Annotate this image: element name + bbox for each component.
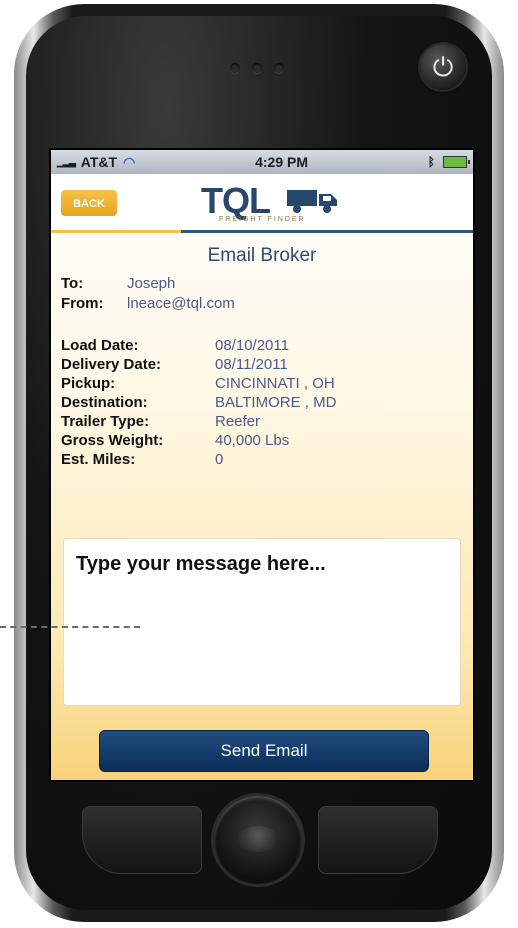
detail-label: Load Date: xyxy=(61,337,139,354)
to-row: To: Joseph xyxy=(61,275,463,295)
from-value: lneace@tql.com xyxy=(127,295,235,312)
power-icon[interactable]: ⏻ xyxy=(420,44,466,90)
detail-label: Delivery Date: xyxy=(61,356,162,373)
email-addressing: To: Joseph From: lneace@tql.com xyxy=(61,275,463,315)
carrier-label: AT&T xyxy=(80,154,118,170)
tql-logo: TQL FREIGHT FINDER xyxy=(201,178,341,226)
app-header: BACK TQL FREIGHT FINDER xyxy=(51,174,473,233)
phone-screen: ▁▂▃ AT&T ◠ 4:29 PM ᛒ BACK TQL FREIGHT FI… xyxy=(51,150,473,780)
detail-value: CINCINNATI , OH xyxy=(215,375,335,392)
wifi-icon: ◠ xyxy=(123,153,136,170)
logo-tagline: FREIGHT FINDER xyxy=(219,216,306,223)
send-email-button[interactable]: Send Email xyxy=(99,730,429,772)
load-details: Load Date: 08/10/2011 Delivery Date: 08/… xyxy=(61,337,463,470)
page-title: Email Broker xyxy=(207,245,317,266)
from-label: From: xyxy=(61,295,104,312)
detail-row: Pickup: CINCINNATI , OH xyxy=(61,375,463,394)
from-row: From: lneace@tql.com xyxy=(61,295,463,315)
detail-value: 0 xyxy=(215,451,224,468)
phone-left-key xyxy=(82,806,202,874)
speaker-grille xyxy=(230,63,284,73)
detail-label: Destination: xyxy=(61,394,148,411)
home-button[interactable] xyxy=(214,796,302,884)
detail-label: Est. Miles: xyxy=(61,451,136,468)
detail-value: Reefer xyxy=(215,413,261,430)
status-bar: ▁▂▃ AT&T ◠ 4:29 PM ᛒ xyxy=(51,150,473,174)
detail-value: 40,000 Lbs xyxy=(215,432,290,449)
detail-value: 08/10/2011 xyxy=(215,337,289,354)
battery-icon xyxy=(443,156,470,168)
detail-value: BALTIMORE , MD xyxy=(215,394,337,411)
detail-row: Gross Weight: 40,000 Lbs xyxy=(61,432,463,451)
detail-value: 08/11/2011 xyxy=(215,356,288,373)
bluetooth-icon: ᛒ xyxy=(427,155,435,169)
callout-dashed-line xyxy=(0,626,140,628)
detail-label: Trailer Type: xyxy=(61,413,150,430)
signal-icon: ▁▂▃ xyxy=(57,156,76,167)
detail-label: Gross Weight: xyxy=(61,432,164,449)
detail-row: Destination: BALTIMORE , MD xyxy=(61,394,463,413)
detail-row: Delivery Date: 08/11/2011 xyxy=(61,356,463,375)
detail-row: Trailer Type: Reefer xyxy=(61,413,463,432)
status-time: 4:29 PM xyxy=(255,154,308,170)
message-input[interactable]: Type your message here... xyxy=(63,538,461,706)
phone-right-key xyxy=(318,806,438,874)
to-label: To: xyxy=(61,275,84,292)
detail-row: Load Date: 08/10/2011 xyxy=(61,337,463,356)
to-value: Joseph xyxy=(127,275,176,292)
header-accent-bar xyxy=(51,230,181,233)
back-button[interactable]: BACK xyxy=(61,190,117,216)
detail-label: Pickup: xyxy=(61,375,116,392)
detail-row: Est. Miles: 0 xyxy=(61,451,463,470)
truck-icon xyxy=(287,190,337,213)
